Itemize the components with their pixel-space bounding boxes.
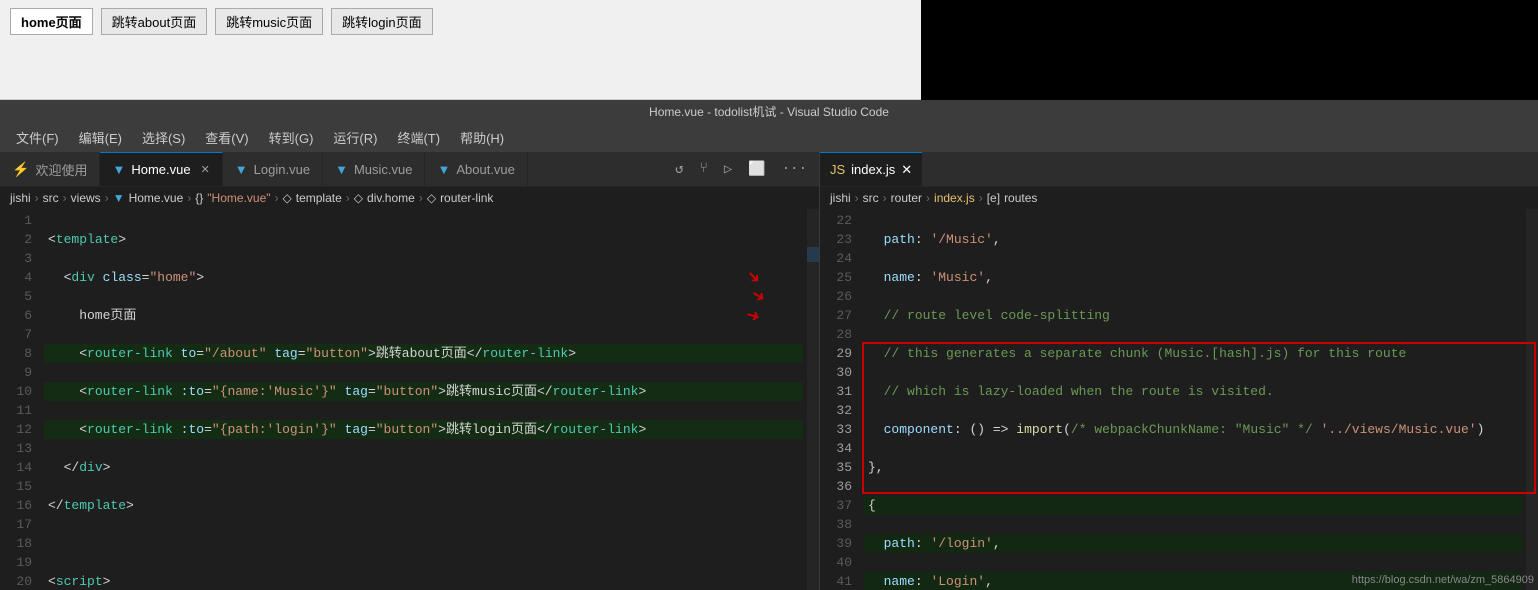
vscode-icon: ⚡: [12, 161, 29, 178]
js-icon: JS: [830, 162, 845, 177]
tab-music[interactable]: ▼ Music.vue: [323, 152, 425, 186]
music-btn[interactable]: 跳转music页面: [215, 8, 323, 35]
history-icon[interactable]: ↺: [671, 159, 687, 180]
black-preview-box: [921, 0, 1538, 100]
line-numbers-left: 123 456 789 101112 131415 161718 1920: [0, 209, 40, 590]
vue-icon-about: ▼: [437, 162, 450, 177]
code-left: <template> <div class="home"> home页面 <ro…: [40, 209, 807, 590]
watermark: https://blog.csdn.net/wa/zm_5864909: [1352, 574, 1534, 586]
run-icon[interactable]: ▷: [720, 159, 736, 180]
menu-goto[interactable]: 转到(G): [261, 124, 322, 151]
tab-indexjs-label: index.js: [851, 162, 895, 177]
menu-select[interactable]: 选择(S): [134, 124, 193, 151]
breadcrumb-left: jishi › src › views › ▼ Home.vue › {} "H…: [0, 187, 819, 209]
breadcrumb-right: jishi › src › router › index.js › [e] ro…: [820, 187, 1538, 209]
menu-help[interactable]: 帮助(H): [452, 124, 512, 151]
tab-welcome[interactable]: ⚡ 欢迎使用: [0, 152, 100, 186]
menu-file[interactable]: 文件(F): [8, 124, 67, 151]
menubar: 文件(F) 编辑(E) 选择(S) 查看(V) 转到(G) 运行(R) 终端(T…: [0, 122, 1538, 152]
tab-login[interactable]: ▼ Login.vue: [223, 152, 323, 186]
tabbar-right: JS index.js ✕: [820, 152, 1538, 187]
split-icon[interactable]: ⬜: [744, 159, 769, 180]
tab-login-label: Login.vue: [254, 162, 310, 177]
tab-actions-left: ↺ ⑂ ▷ ⬜ ···: [663, 152, 819, 186]
vue-icon-home: ▼: [112, 162, 125, 177]
close-icon-home[interactable]: ✕: [201, 163, 210, 176]
tabbar-left: ⚡ 欢迎使用 ▼ Home.vue ✕ ▼ Login.vue ▼ Music.…: [0, 152, 819, 187]
branch-icon[interactable]: ⑂: [696, 159, 712, 179]
menu-run[interactable]: 运行(R): [325, 124, 385, 151]
vue-icon-login: ▼: [235, 162, 248, 177]
line-numbers-right: 222324 252627 282930 313233 343536 37383…: [820, 209, 860, 590]
minimap-left: [807, 209, 819, 590]
tab-about-label: About.vue: [456, 162, 515, 177]
home-btn[interactable]: home页面: [10, 8, 93, 35]
tab-music-label: Music.vue: [354, 162, 413, 177]
tab-indexjs[interactable]: JS index.js ✕: [820, 152, 922, 186]
code-right: path: '/Music', name: 'Music', // route …: [860, 209, 1526, 590]
menu-terminal[interactable]: 终端(T): [389, 124, 448, 151]
minimap-right: [1526, 209, 1538, 590]
tab-welcome-label: 欢迎使用: [35, 160, 87, 179]
more-icon[interactable]: ···: [778, 159, 811, 179]
about-btn[interactable]: 跳转about页面: [101, 8, 208, 35]
close-icon-right[interactable]: ✕: [901, 162, 912, 178]
menu-view[interactable]: 查看(V): [197, 124, 256, 151]
menu-edit[interactable]: 编辑(E): [71, 124, 130, 151]
login-btn[interactable]: 跳转login页面: [331, 8, 432, 35]
titlebar: Home.vue - todolist机试 - Visual Studio Co…: [0, 100, 1538, 122]
tab-home[interactable]: ▼ Home.vue ✕: [100, 152, 222, 186]
vue-icon-music: ▼: [335, 162, 348, 177]
tab-home-label: Home.vue: [131, 162, 190, 177]
tab-about[interactable]: ▼ About.vue: [425, 152, 527, 186]
browser-preview: home页面 跳转about页面 跳转music页面 跳转login页面: [0, 0, 1538, 100]
